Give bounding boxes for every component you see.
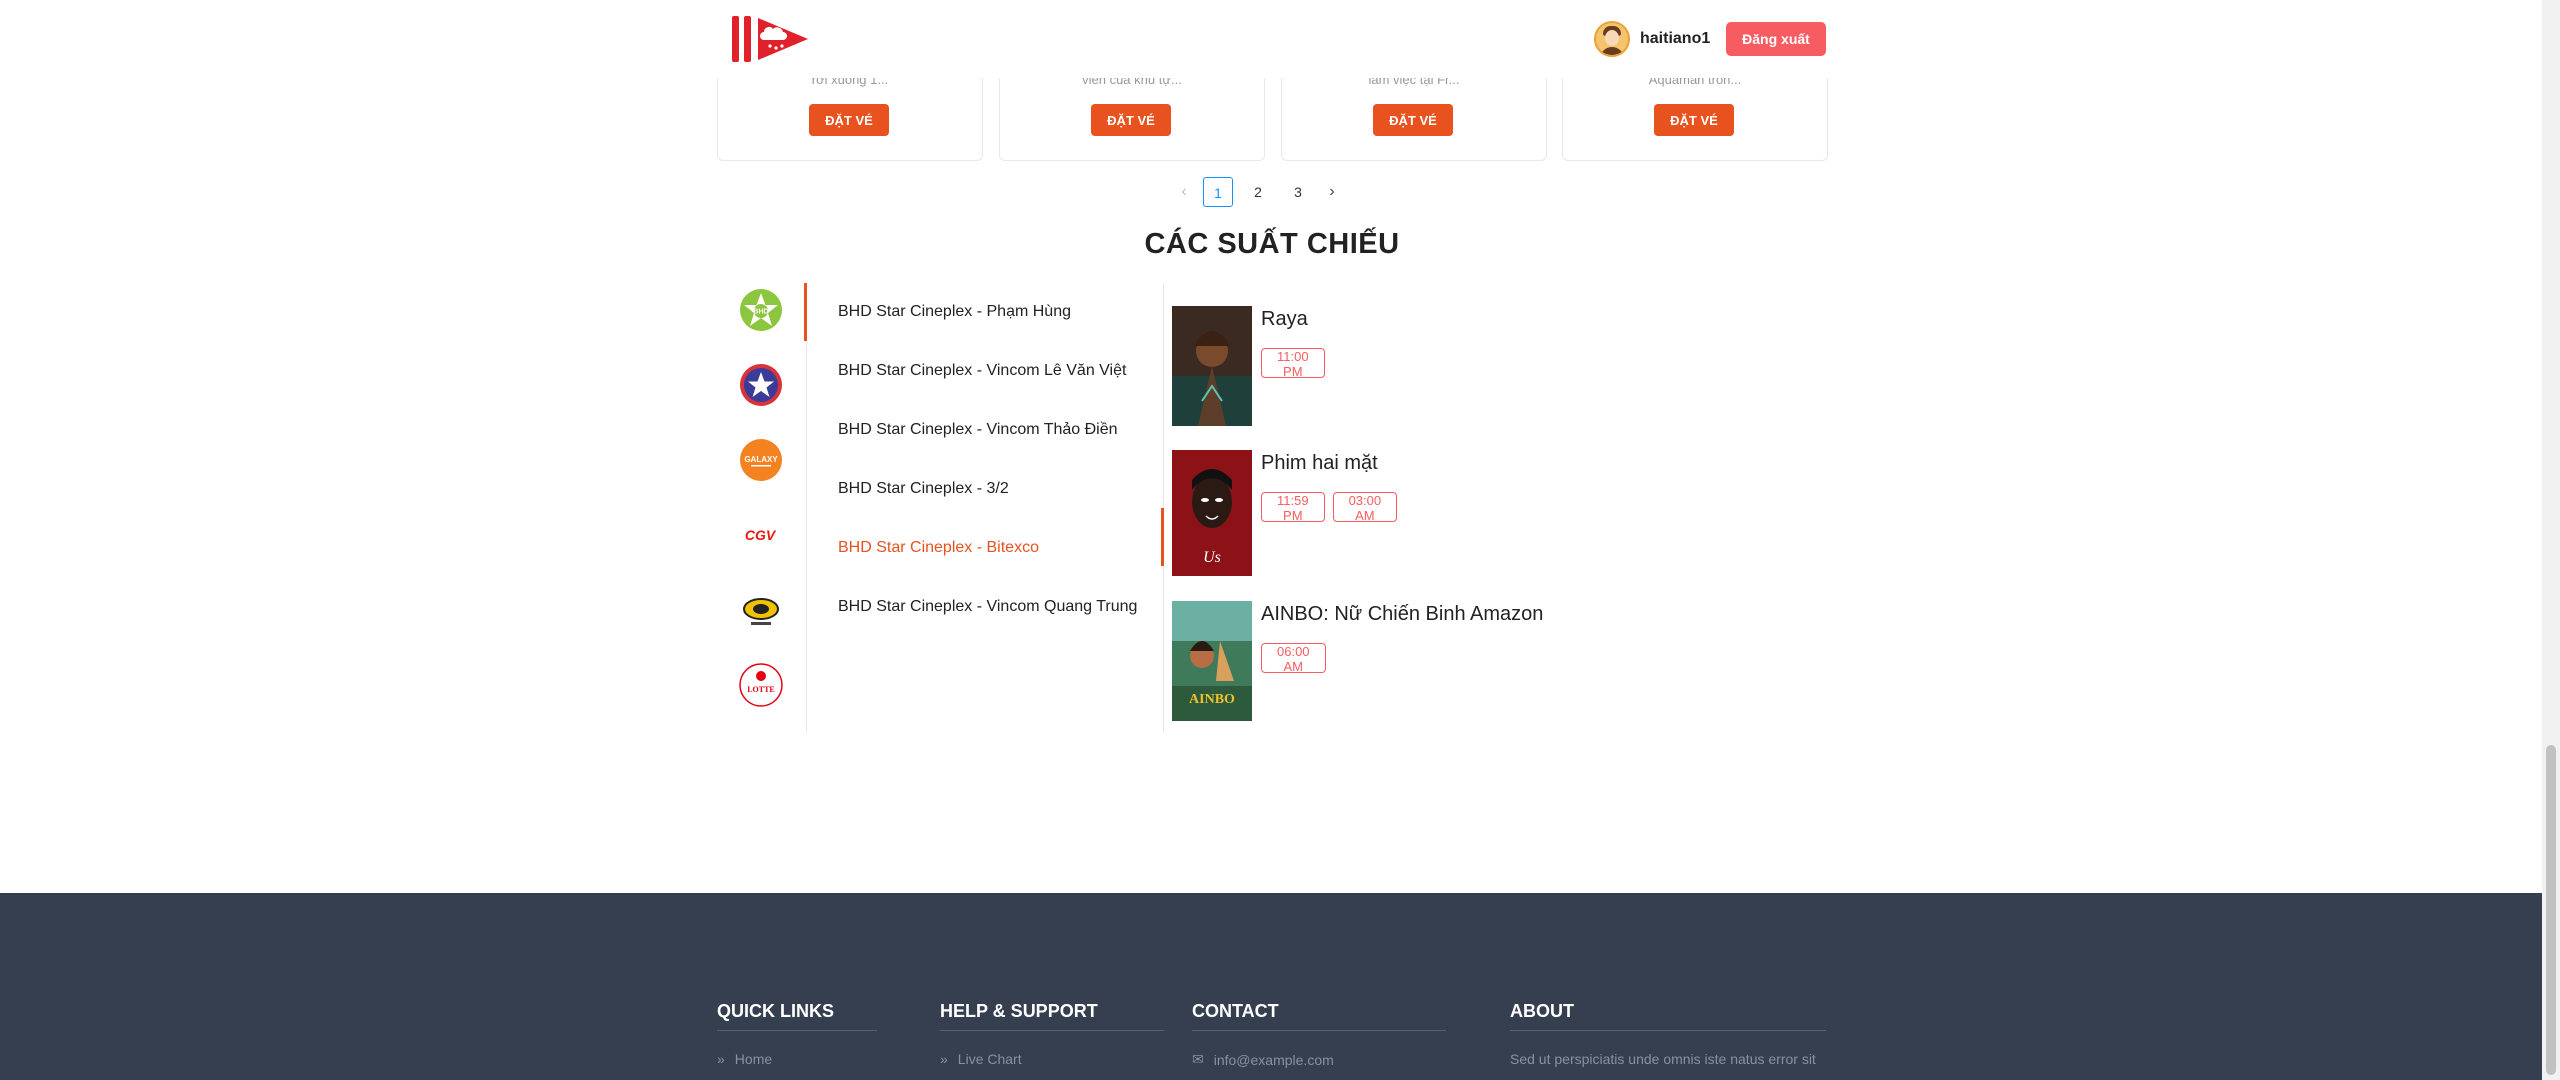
book-ticket-button[interactable]: ĐẶT VÉ [1373, 104, 1453, 136]
page-2-button[interactable]: 2 [1243, 177, 1273, 207]
cinema-item[interactable]: BHD Star Cineplex - 3/2 [838, 460, 1158, 518]
site-footer: QUICK LINKS » Home HELP & SUPPORT » Live… [0, 893, 2542, 1080]
bhd-logo-text: BHD [753, 309, 768, 316]
megags-logo-icon[interactable] [739, 588, 783, 632]
footer-heading: HELP & SUPPORT [940, 1001, 1164, 1031]
pagination-prev-button[interactable]: ‹ [1170, 177, 1198, 207]
cgv-logo-text: CGV [745, 527, 777, 543]
cinema-item[interactable]: BHD Star Cineplex - Vincom Quang Trung [838, 578, 1158, 636]
showtime-button[interactable]: 11:59 PM [1261, 492, 1325, 523]
pagination: ‹ 1 2 3 › [1170, 176, 1346, 208]
footer-contact: CONTACT ✉ info@example.com [1192, 1001, 1446, 1068]
footer-link-live-chart[interactable]: » Live Chart [940, 1051, 1164, 1067]
page-3-button[interactable]: 3 [1283, 177, 1313, 207]
active-brand-indicator [804, 283, 807, 341]
user-profile[interactable]: haitiano1 [1594, 20, 1710, 58]
movie-poster[interactable]: Us [1172, 450, 1252, 576]
showtime-button[interactable]: 11:00 PM [1261, 348, 1325, 379]
page-scrollbar[interactable] [2542, 0, 2560, 1080]
footer-heading: QUICK LINKS [717, 1001, 877, 1031]
movie-title: Raya [1261, 308, 1308, 330]
footer-about-text: Sed ut perspiciatis unde omnis iste natu… [1510, 1051, 1816, 1067]
footer-link-label: Home [734, 1051, 773, 1067]
username[interactable]: haitiano1 [1640, 30, 1710, 48]
movie-poster[interactable] [1172, 306, 1252, 426]
bhd-star-logo-icon[interactable]: BHD [739, 288, 783, 332]
lotte-cinema-logo-icon[interactable]: LOTTE [739, 663, 783, 707]
footer-help-support: HELP & SUPPORT » Live Chart [940, 1001, 1164, 1067]
showtime-button[interactable]: 03:00 AM [1332, 492, 1398, 523]
book-ticket-button[interactable]: ĐẶT VÉ [1654, 104, 1734, 136]
logout-button[interactable]: Đăng xuất [1726, 22, 1826, 56]
envelope-icon: ✉ [1192, 1051, 1204, 1067]
movie-title: AINBO: Nữ Chiến Binh Amazon [1261, 603, 1544, 625]
showtime-button[interactable]: 06:00 AM [1261, 643, 1326, 674]
showtime-list: 11:59 PM 03:00 AM [1261, 492, 1405, 523]
movie-title: Phim hai mặt [1261, 452, 1378, 474]
footer-link-home[interactable]: » Home [717, 1051, 877, 1067]
cinema-item[interactable]: BHD Star Cineplex - Phạm Hùng [838, 283, 1158, 341]
footer-contact-label: info@example.com [1213, 1051, 1334, 1068]
cinema-item-active[interactable]: BHD Star Cineplex - Bitexco [838, 519, 1158, 577]
footer-heading: ABOUT [1510, 1001, 1826, 1031]
footer-quick-links: QUICK LINKS » Home [717, 1001, 877, 1067]
footer-about: ABOUT Sed ut perspiciatis unde omnis ist… [1510, 1001, 1826, 1067]
scrollbar-thumb[interactable] [2546, 745, 2556, 1075]
book-ticket-button[interactable]: ĐẶT VÉ [809, 104, 889, 136]
footer-heading: CONTACT [1192, 1001, 1446, 1031]
site-header: haitiano1 Đăng xuất [0, 0, 2540, 78]
cinema-item[interactable]: BHD Star Cineplex - Vincom Lê Văn Việt [838, 342, 1158, 400]
double-chevron-right-icon: » [940, 1051, 948, 1067]
double-chevron-right-icon: » [717, 1051, 725, 1067]
showtimes-title: CÁC SUẤT CHIẾU [1144, 228, 1400, 260]
cgv-logo-icon[interactable]: CGV [739, 513, 783, 557]
cinestar-logo-icon[interactable] [739, 363, 783, 407]
movie-poster[interactable]: AINBO [1172, 601, 1252, 721]
cinema-brand-list: BHD GALAXY CGV LOTTE [717, 283, 807, 733]
cinema-item[interactable]: BHD Star Cineplex - Vincom Thảo Điền [838, 401, 1158, 459]
cinema-list: BHD Star Cineplex - Phạm Hùng BHD Star C… [808, 283, 1163, 733]
showtime-list: 11:00 PM [1261, 348, 1333, 379]
divider [806, 283, 807, 733]
pagination-next-button[interactable]: › [1318, 177, 1346, 207]
showtime-list: 06:00 AM [1261, 643, 1334, 674]
book-ticket-button[interactable]: ĐẶT VÉ [1091, 104, 1171, 136]
lotte-logo-text: LOTTE [747, 685, 775, 694]
footer-link-label: Live Chart [957, 1051, 1022, 1067]
svg-text:AINBO: AINBO [1189, 692, 1235, 707]
footer-contact-email[interactable]: ✉ info@example.com [1192, 1051, 1446, 1068]
active-cinema-indicator [1161, 508, 1164, 566]
page-1-button[interactable]: 1 [1203, 177, 1233, 207]
logo-icon[interactable] [730, 14, 812, 64]
galaxy-logo-icon[interactable]: GALAXY [739, 438, 783, 482]
avatar[interactable] [1594, 21, 1630, 57]
galaxy-logo-text: GALAXY [744, 455, 778, 464]
svg-text:Us: Us [1203, 549, 1221, 566]
